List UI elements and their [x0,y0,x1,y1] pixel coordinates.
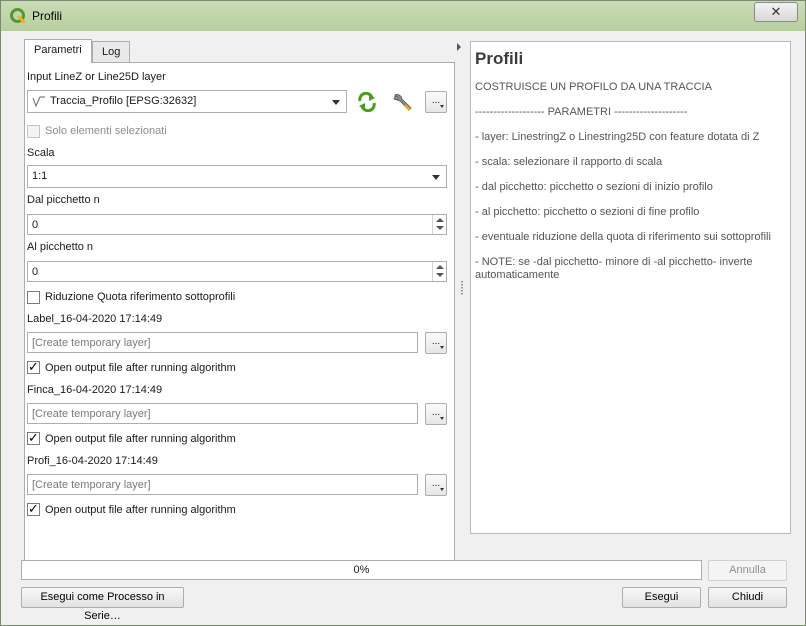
help-panel: Profili COSTRUISCE UN PROFILO DA UNA TRA… [470,41,791,534]
input-layer-value: Traccia_Profilo [EPSG:32632] [50,95,197,107]
cancel-button[interactable]: Annulla [708,560,787,581]
reduction-checkbox[interactable] [27,291,40,304]
run-button[interactable]: Esegui [622,587,701,608]
to-label: Al picchetto n [27,241,94,253]
to-value: 0 [32,266,39,278]
dropdown-arrow-icon [440,346,444,349]
tab-label: Log [102,46,121,58]
close-window-button[interactable]: ✕ [754,2,798,22]
collapse-help-icon[interactable] [457,43,461,51]
iterate-icon[interactable] [356,92,378,112]
input-layer-combo[interactable]: Traccia_Profilo [EPSG:32632] [27,90,347,113]
from-value: 0 [32,219,39,231]
reduction-label: Riduzione Quota riferimento sottoprofili [45,291,236,303]
help-line-4: - scala: selezionare il rapporto di scal… [475,156,663,168]
button-label: ... [431,95,441,106]
progress-bar: 0% [21,560,702,580]
help-line-6: - al picchetto: picchetto o sezioni di f… [475,206,700,218]
output-path-input-2[interactable] [28,404,417,423]
help-line-8: - NOTE: se -dal picchetto- minore di -al… [475,256,753,281]
open-output-checkbox-2[interactable]: ✓ [27,430,40,445]
output-destination-3[interactable] [27,474,418,495]
close-icon: ✕ [770,4,782,19]
help-line-7: - eventuale riduzione della quota di rif… [475,231,771,243]
chevron-down-icon [332,100,340,105]
progress-text: 0% [353,564,370,576]
dropdown-arrow-icon [440,417,444,420]
dropdown-arrow-icon [440,105,444,108]
button-label: ... [431,407,441,418]
run-as-batch-button[interactable]: Esegui come Processo in Serie… [21,587,184,622]
output-label-1: Label_16-04-2020 17:14:49 [27,313,163,325]
check-icon: ✓ [28,501,39,516]
close-button[interactable]: Chiudi [708,587,787,608]
help-line-2: ------------------- PARAMETRI ----------… [475,106,688,118]
output-label-2: Finca_16-04-2020 17:14:49 [27,384,163,396]
tab-label: Parametri [34,44,82,56]
line-layer-icon [32,96,45,107]
dropdown-arrow-icon [440,488,444,491]
from-spinbox[interactable]: 0 [27,214,447,235]
arrow-down-icon[interactable] [436,226,444,230]
title-bar[interactable]: Profili ✕ [1,1,805,31]
splitter-handle[interactable] [461,281,463,295]
output-destination-2[interactable] [27,403,418,424]
input-layer-label: Input LineZ or Line25D layer [27,71,166,83]
qgis-logo-icon [10,8,26,24]
help-line-3: - layer: LinestringZ o Linestring25D con… [475,131,760,143]
wrench-icon[interactable] [391,91,413,113]
open-output-label-2: Open output file after running algorithm [45,433,236,445]
output-browse-button-3[interactable]: ... [425,474,447,496]
arrow-up-icon[interactable] [436,265,444,269]
output-browse-button-1[interactable]: ... [425,332,447,354]
dialog-window: Profili ✕ Parametri Log Input LineZ or L… [0,0,806,626]
button-label: ... [431,336,441,347]
spin-buttons[interactable] [432,215,446,234]
parameters-panel: Input LineZ or Line25D layer Traccia_Pro… [24,62,455,562]
tab-parametri[interactable]: Parametri [24,39,92,63]
output-browse-button-2[interactable]: ... [425,403,447,425]
scale-label: Scala [27,147,55,159]
input-layer-options-button[interactable]: ... [425,91,447,113]
to-spinbox[interactable]: 0 [27,261,447,282]
help-title: Profili [475,49,524,68]
check-icon: ✓ [28,359,39,374]
selected-only-checkbox[interactable] [27,125,40,138]
scale-value: 1:1 [32,170,48,182]
open-output-checkbox-1[interactable]: ✓ [27,359,40,374]
open-output-checkbox-3[interactable]: ✓ [27,501,40,516]
output-destination-1[interactable] [27,332,418,353]
open-output-label-3: Open output file after running algorithm [45,504,236,516]
selected-only-label: Solo elementi selezionati [45,125,167,137]
open-output-label-1: Open output file after running algorithm [45,362,236,374]
chevron-down-icon [432,175,440,180]
output-path-input-3[interactable] [28,475,417,494]
arrow-down-icon[interactable] [436,273,444,277]
output-label-3: Profi_16-04-2020 17:14:49 [27,455,158,467]
window-title: Profili [32,9,63,23]
spin-buttons[interactable] [432,262,446,281]
check-icon: ✓ [28,430,39,445]
from-label: Dal picchetto n [27,194,100,206]
output-path-input-1[interactable] [28,333,417,352]
help-line-5: - dal picchetto: picchetto o sezioni di … [475,181,713,193]
help-line-1: COSTRUISCE UN PROFILO DA UNA TRACCIA [475,81,712,93]
dialog-body: Parametri Log Input LineZ or Line25D lay… [9,31,797,622]
tab-log[interactable]: Log [92,41,131,63]
arrow-up-icon[interactable] [436,218,444,222]
scale-combo[interactable]: 1:1 [27,165,447,188]
button-label: ... [431,478,441,489]
